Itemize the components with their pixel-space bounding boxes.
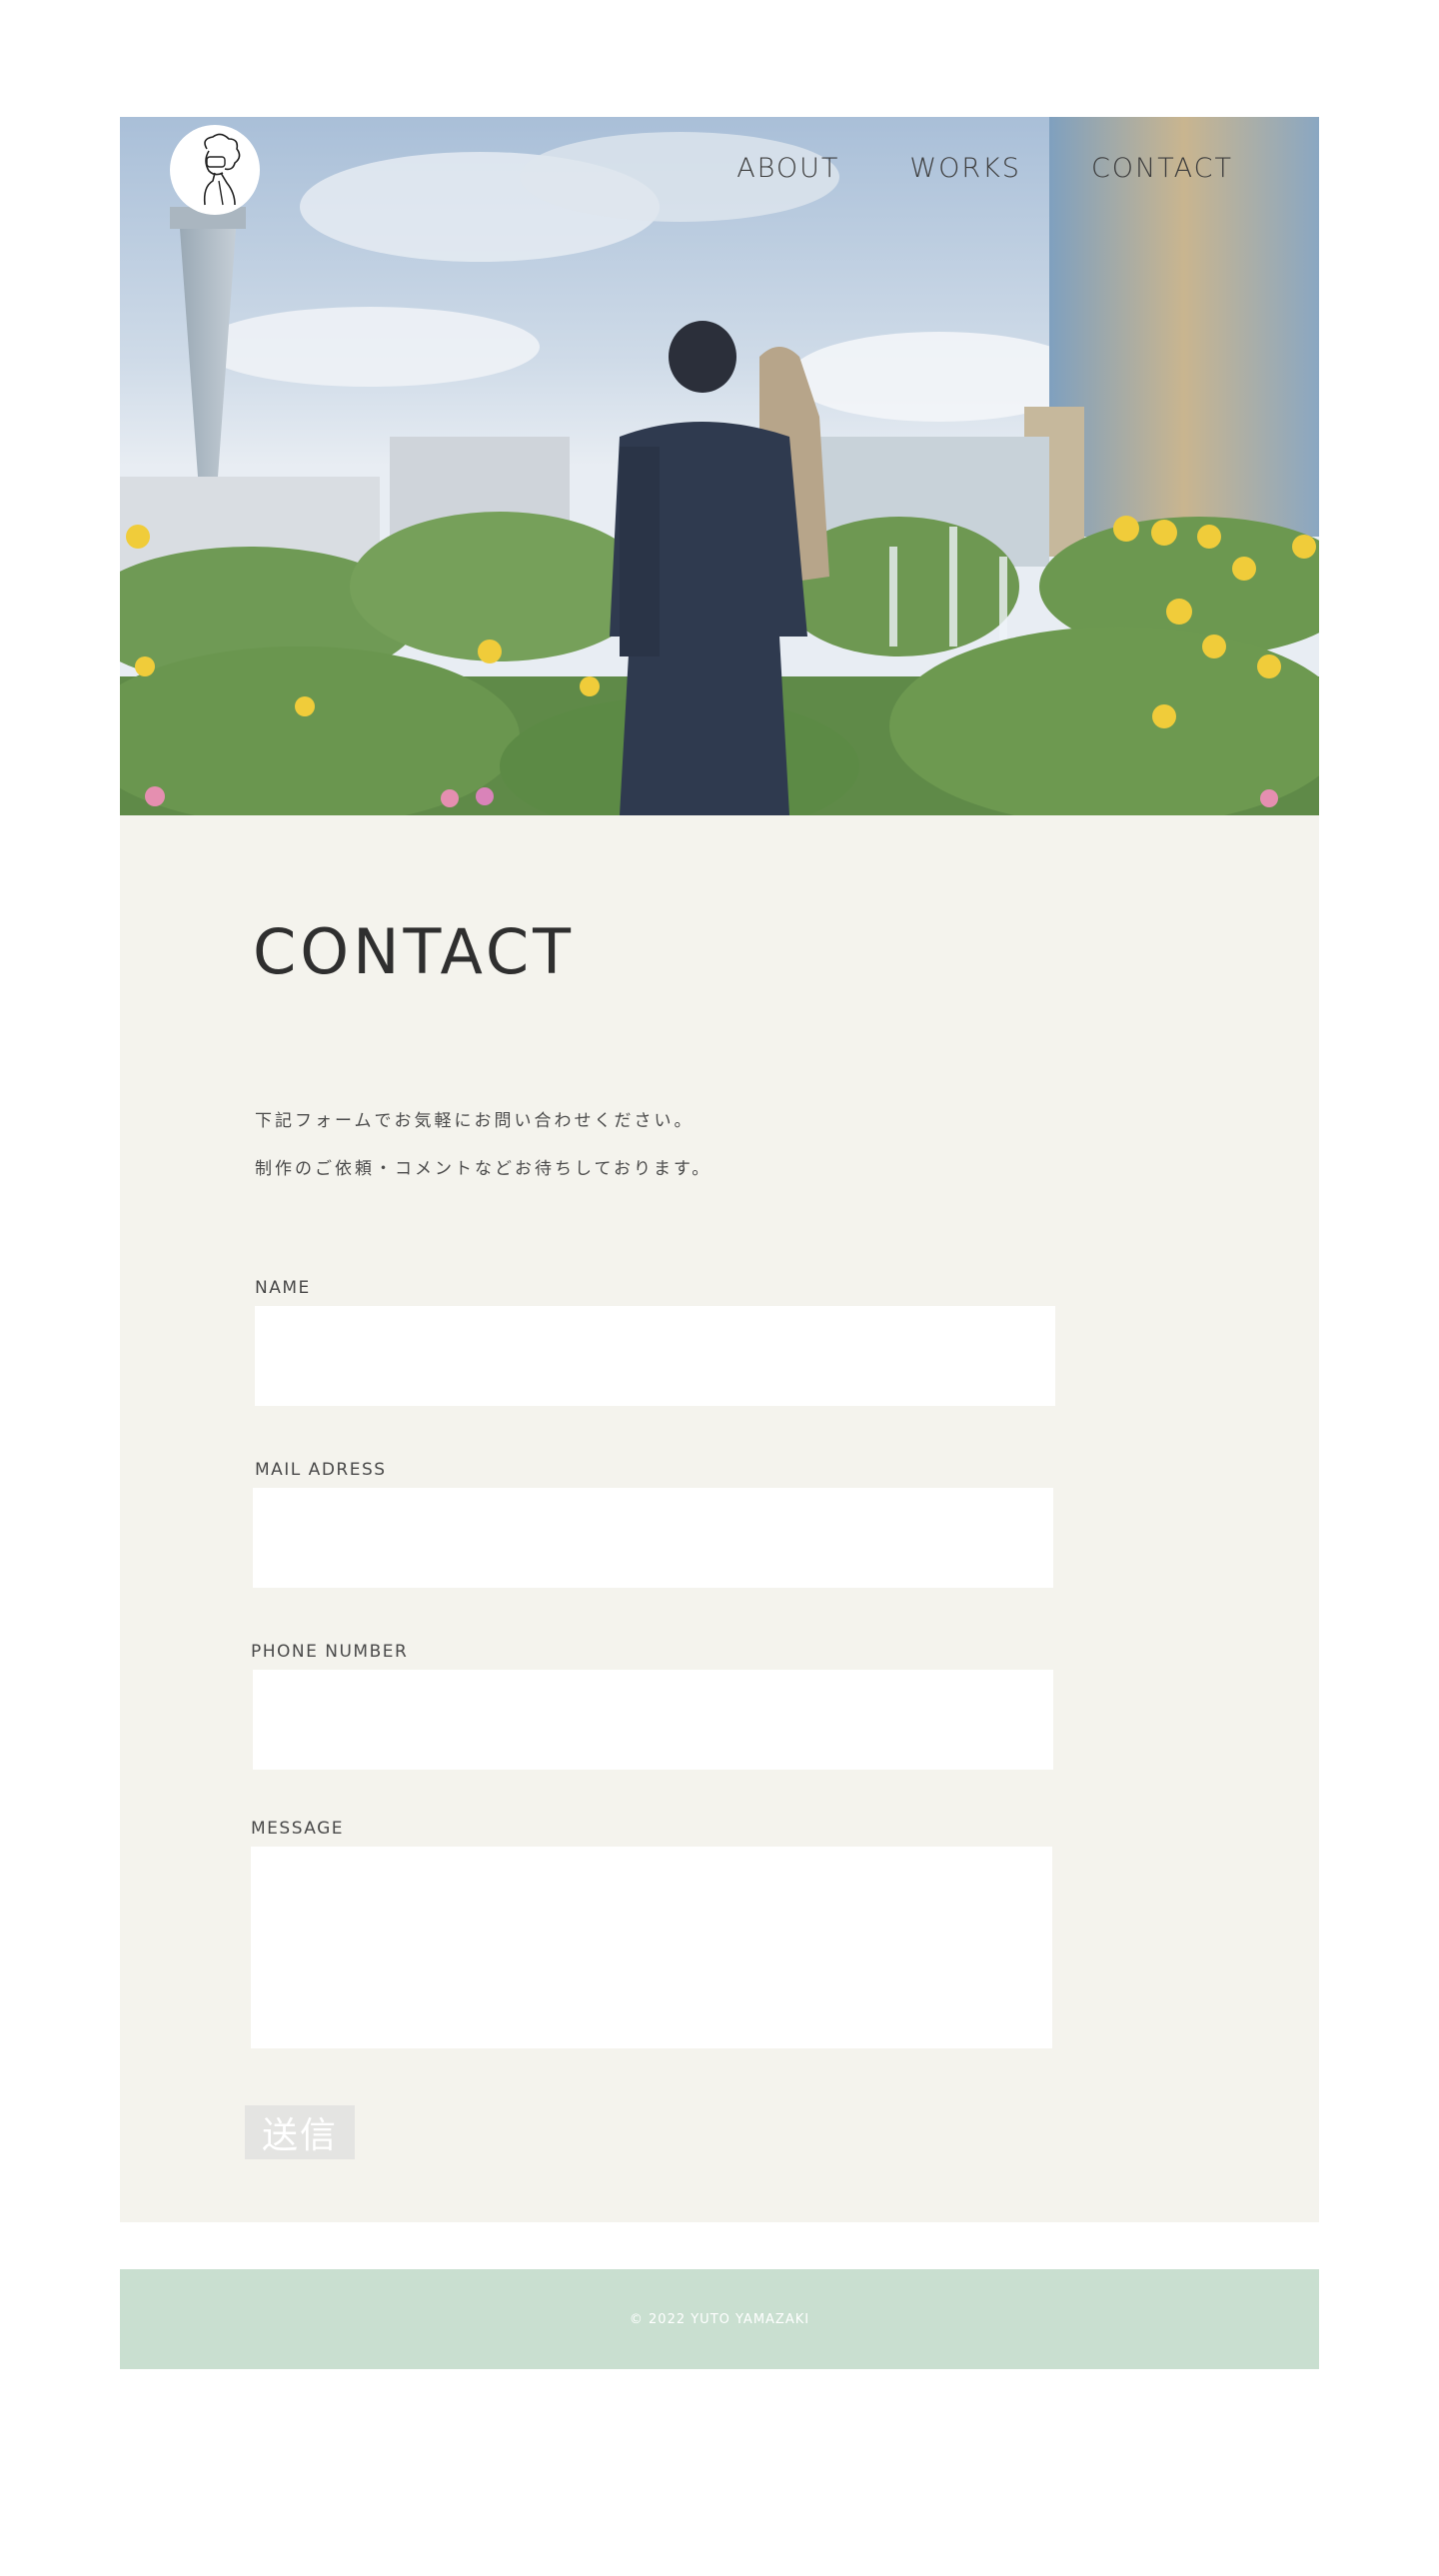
intro-line: 下記フォームでお気軽にお問い合わせください。 [255,1111,695,1131]
contact-section: CONTACT 下記フォームでお気軽にお問い合わせください。 制作のご依頼・コメ… [120,815,1319,2222]
nav-works[interactable]: WORKS [909,153,1021,184]
intro-line: 制作のご依頼・コメントなどお待ちしております。 [255,1159,713,1179]
avatar-icon [203,133,241,206]
hero-photo [120,117,1319,815]
email-field[interactable] [253,1488,1053,1588]
page-title: CONTACT [253,915,576,988]
phone-field[interactable] [253,1670,1053,1770]
logo[interactable] [170,125,260,215]
name-field[interactable] [255,1306,1055,1406]
site-footer: © 2022 YUTO YAMAZAKI [120,2269,1319,2369]
page-frame: ABOUT WORKS CONTACT CONTACT 下記フォームでお気軽にお… [120,117,1319,2222]
nav-contact[interactable]: CONTACT [1091,153,1233,184]
mail-label: MAIL ADRESS [255,1460,387,1480]
main-nav: ABOUT WORKS CONTACT [736,153,1233,184]
copyright-text: © 2022 YUTO YAMAZAKI [629,2311,810,2327]
phone-label: PHONE NUMBER [251,1642,409,1662]
submit-button[interactable]: 送信 [245,2105,355,2159]
hero-header: ABOUT WORKS CONTACT [120,117,1319,815]
contact-intro: 下記フォームでお気軽にお問い合わせください。 制作のご依頼・コメントなどお待ちし… [255,1097,712,1193]
message-label: MESSAGE [251,1819,345,1839]
name-label: NAME [255,1278,311,1298]
message-textarea[interactable] [251,1847,1052,2048]
nav-about[interactable]: ABOUT [736,153,839,184]
